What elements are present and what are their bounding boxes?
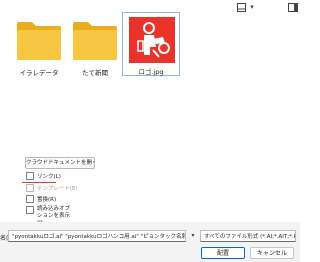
filetype-select[interactable]: すべてのファイル形式 (*.AI;*.AIT;*.PI bbox=[200, 230, 296, 242]
folder-icon bbox=[73, 22, 117, 60]
image-thumbnail bbox=[129, 17, 175, 63]
filename-input[interactable]: "pyontakkuロゴ.ai" "pyontakkuロゴハンコ用.ai" "ピ… bbox=[8, 230, 186, 242]
link-checkbox[interactable]: リンク(L) bbox=[26, 172, 61, 180]
file-item-image[interactable]: ロゴ.jpg bbox=[122, 12, 180, 76]
place-button[interactable]: 配置 bbox=[201, 247, 245, 259]
cancel-button[interactable]: キャンセル bbox=[250, 247, 294, 259]
logo-icon bbox=[129, 17, 175, 63]
folder-icon bbox=[17, 22, 61, 60]
template-label: テンプレート(E) bbox=[37, 186, 78, 192]
replace-checkbox[interactable]: 置換(R) bbox=[26, 195, 56, 203]
open-cloud-documents-button[interactable]: クラウドドキュメントを開く(C) bbox=[25, 157, 95, 169]
annotation-underline bbox=[22, 182, 56, 183]
file-item-folder[interactable]: たて新聞 bbox=[66, 14, 124, 78]
filename-dropdown-icon[interactable]: ▾ bbox=[189, 230, 197, 242]
link-label: リンク(L) bbox=[37, 174, 61, 180]
chevron-down-icon[interactable]: ▾ bbox=[246, 1, 258, 13]
checkbox-icon bbox=[26, 184, 34, 192]
file-name: イラレデータ bbox=[19, 69, 59, 77]
template-checkbox: テンプレート(E) bbox=[26, 184, 78, 192]
checkbox-icon[interactable] bbox=[26, 172, 34, 180]
file-name: ロゴ.jpg bbox=[138, 68, 164, 76]
file-item-folder[interactable]: イラレデータ bbox=[10, 14, 68, 78]
help-pane-icon[interactable] bbox=[287, 1, 299, 13]
replace-label: 置換(R) bbox=[37, 197, 57, 203]
checkbox-icon[interactable] bbox=[26, 206, 34, 214]
file-name: たて新聞 bbox=[82, 69, 108, 77]
checkbox-icon[interactable] bbox=[26, 195, 34, 203]
